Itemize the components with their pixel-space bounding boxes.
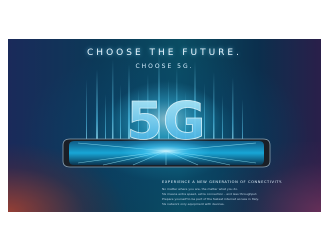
banner-subheadline: CHOOSE 5G. [135,63,194,70]
caption-line: 5G means extra speed, extra connection -… [162,192,258,196]
caption-line: Prepare yourself to be part of the faste… [162,197,259,201]
page-background: 5G CHOOSE THE FUTURE. CHOOSE 5G. EXPERIE… [0,0,321,242]
5g-promo-banner: 5G CHOOSE THE FUTURE. CHOOSE 5G. EXPERIE… [8,39,321,212]
5g-logo: 5G [127,92,206,152]
caption-line: 5G network only equipment with devices. [162,202,225,206]
caption-title: EXPERIENCE A NEW GENERATION OF CONNECTIV… [162,180,283,184]
banner-headline: CHOOSE THE FUTURE. [87,48,242,58]
caption-line: No matter where you are, the matter what… [162,187,239,191]
